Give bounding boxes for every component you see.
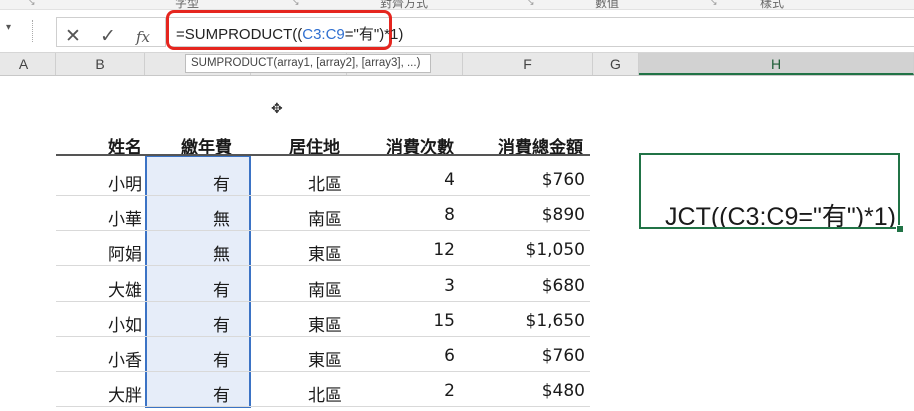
column-headers: A B C D E F G H [0,53,914,76]
formula-suffix: ="有")*1) [344,26,404,43]
formula-range-reference: C3:C9 [302,26,345,43]
ribbon-strip: ↘ 字型 ↘ 對齊方式 ↘ 數值 ↘ 樣式 [0,0,914,10]
row-rule [56,230,590,232]
dialog-launcher-icon[interactable]: ↘ [292,0,300,8]
column-header-b[interactable]: B [56,53,145,75]
formula-bar: ▾ ✕ ✓ fx =SUMPRODUCT((C3:C9="有")*1) [0,10,914,53]
cell-total-amount[interactable]: $1,050 [526,240,585,260]
cell-name[interactable]: 小明 [108,170,142,195]
cell-total-amount[interactable]: $760 [542,170,585,190]
column-header-a[interactable]: A [0,53,56,75]
cell-visit-count[interactable]: 6 [444,346,455,366]
column-header-h[interactable]: H [639,53,914,75]
dialog-launcher-icon[interactable]: ↘ [710,0,718,8]
cell-total-amount[interactable]: $1,650 [526,311,585,331]
cell-annual-fee[interactable]: 有 [213,311,230,336]
cell-visit-count[interactable]: 15 [433,311,455,331]
dialog-launcher-icon[interactable]: ↘ [527,0,535,8]
row-rule [56,300,590,302]
row-rule [56,371,590,372]
row-rule [56,195,590,196]
cell-residence[interactable]: 東區 [308,311,342,336]
formula-text[interactable]: =SUMPRODUCT((C3:C9="有")*1) [176,23,403,44]
cell-name[interactable]: 大胖 [108,381,142,406]
row-rule [56,335,590,337]
cell-total-amount[interactable]: $480 [542,381,585,401]
cell-total-amount[interactable]: $680 [542,276,585,296]
cell-annual-fee[interactable]: 有 [213,276,230,301]
active-cell-text: JCT((C3:C9="有")*1) [665,203,896,229]
cell-annual-fee[interactable]: 有 [213,170,230,195]
column-header-f[interactable]: F [463,53,593,75]
cell-residence[interactable]: 南區 [308,276,342,301]
cell-total-amount[interactable]: $890 [542,205,585,225]
cell-name[interactable]: 小香 [108,346,142,371]
fill-handle[interactable] [896,225,904,233]
cell-residence[interactable]: 北區 [308,170,342,195]
header-rule [56,154,590,156]
dialog-launcher-icon[interactable]: ↘ [28,0,36,8]
cell-visit-count[interactable]: 8 [444,205,455,225]
cell-annual-fee[interactable]: 有 [213,346,230,371]
row-rule [56,265,590,267]
cell-annual-fee[interactable]: 有 [213,381,230,406]
formula-bar-separator[interactable] [32,20,35,42]
row-rule [56,406,590,408]
cell-total-amount[interactable]: $760 [542,346,585,366]
formula-buttons: ✕ ✓ fx [56,17,166,47]
cell-visit-count[interactable]: 4 [444,170,455,190]
cell-name[interactable]: 小華 [108,205,142,230]
cell-residence[interactable]: 東區 [308,240,342,265]
cell-name[interactable]: 阿娟 [108,240,142,265]
cell-visit-count[interactable]: 12 [433,240,455,260]
cell-name[interactable]: 小如 [108,311,142,336]
cell-annual-fee[interactable]: 無 [213,240,230,265]
column-header-g[interactable]: G [593,53,639,75]
cell-residence[interactable]: 東區 [308,346,342,371]
cell-visit-count[interactable]: 2 [444,381,455,401]
name-box-dropdown-icon[interactable]: ▾ [6,22,11,33]
cell-visit-count[interactable]: 3 [444,276,455,296]
cancel-icon[interactable]: ✕ [63,25,83,47]
insert-function-icon[interactable]: fx [133,28,153,46]
function-argument-tooltip[interactable]: SUMPRODUCT(array1, [array2], [array3], .… [185,54,431,73]
enter-icon[interactable]: ✓ [98,25,118,47]
cell-name[interactable]: 大雄 [108,276,142,301]
cell-annual-fee[interactable]: 無 [213,205,230,230]
active-cell-h[interactable]: JCT((C3:C9="有")*1) [639,153,900,229]
cell-cursor-icon: ✥ [271,101,283,117]
formula-prefix: =SUMPRODUCT(( [176,26,303,43]
cell-residence[interactable]: 北區 [308,381,342,406]
cell-residence[interactable]: 南區 [308,205,342,230]
